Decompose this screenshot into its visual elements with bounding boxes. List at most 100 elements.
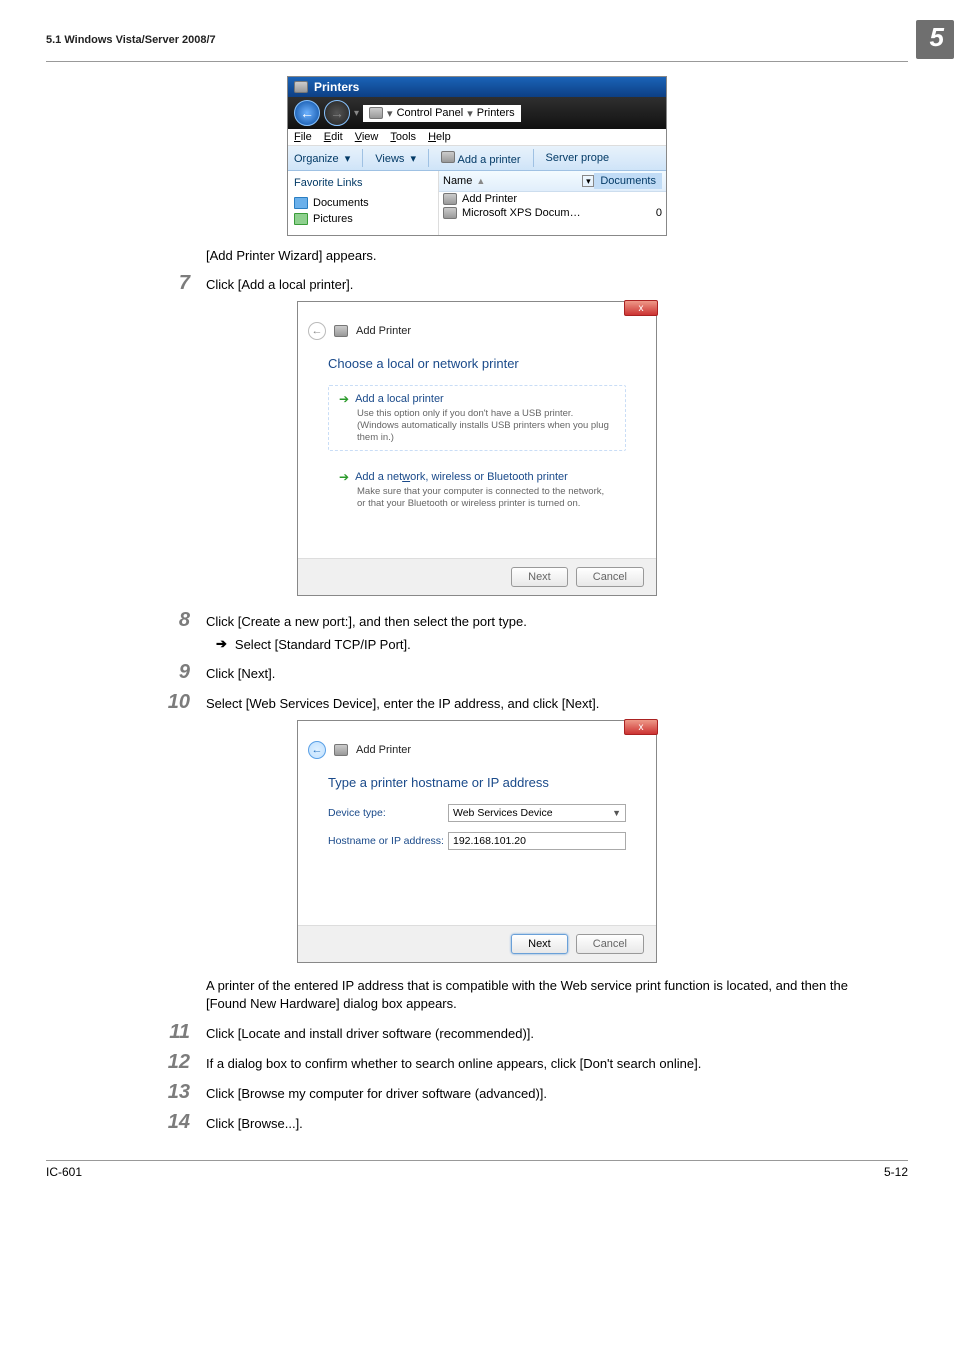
arrow-icon: ➔ <box>216 636 227 652</box>
favorites-title: Favorite Links <box>294 177 432 189</box>
views-button[interactable]: Views ▾ <box>375 152 416 165</box>
pictures-icon <box>294 213 308 225</box>
step-number: 7 <box>86 273 206 293</box>
printer-icon <box>441 151 455 163</box>
folder-icon <box>294 197 308 209</box>
favorites-panel: Favorite Links Documents Pictures <box>288 171 438 235</box>
arrow-icon: ➔ <box>339 392 349 406</box>
column-header-row: Name ▲ ▾ Documents <box>439 171 666 192</box>
step-12: 12 If a dialog box to confirm whether to… <box>86 1052 868 1072</box>
file-list: Name ▲ ▾ Documents Add Printer <box>438 171 666 235</box>
step-number: 13 <box>86 1082 206 1102</box>
back-button[interactable]: ← <box>294 100 320 126</box>
step-number: 10 <box>86 692 206 712</box>
step-number: 9 <box>86 662 206 682</box>
page-content: Printers ← → ▾ ▾ Control Panel ▾ Printer… <box>46 76 908 1132</box>
device-type-select[interactable]: Web Services Device ▼ <box>448 804 626 822</box>
menu-edit[interactable]: Edit <box>324 131 343 143</box>
step-7: 7 Click [Add a local printer]. <box>86 273 868 293</box>
organize-button[interactable]: Organize ▾ <box>294 152 350 165</box>
column-documents[interactable]: Documents <box>594 173 662 189</box>
step-10: 10 Select [Web Services Device], enter t… <box>86 692 868 712</box>
step-13: 13 Click [Browse my computer for driver … <box>86 1082 868 1102</box>
sort-asc-icon: ▲ <box>476 176 485 186</box>
breadcrumb-part: Control Panel <box>397 107 464 119</box>
printer-icon <box>294 81 308 93</box>
forward-button[interactable]: → <box>324 100 350 126</box>
server-properties-button[interactable]: Server prope <box>546 152 610 164</box>
next-button[interactable]: Next <box>511 567 568 587</box>
section-path: 5.1 Windows Vista/Server 2008/7 <box>46 34 216 46</box>
back-button[interactable]: ← <box>308 741 326 759</box>
back-button[interactable]: ← <box>308 322 326 340</box>
step-8-substep: ➔ Select [Standard TCP/IP Port]. <box>216 636 868 652</box>
printer-icon <box>443 207 457 219</box>
next-button[interactable]: Next <box>511 934 568 954</box>
printer-icon <box>443 193 457 205</box>
printer-icon <box>334 325 348 337</box>
page-header: 5.1 Windows Vista/Server 2008/7 5 <box>46 20 908 62</box>
screenshot-printers-window: Printers ← → ▾ ▾ Control Panel ▾ Printer… <box>86 76 868 236</box>
footer-right: 5-12 <box>884 1165 908 1179</box>
step-text: Click [Add a local printer]. <box>206 273 868 293</box>
col-custom-hit-test-margin-column-name[interactable]: Name <box>443 175 472 187</box>
menu-help[interactable]: Help <box>428 131 451 143</box>
favorites-item-pictures[interactable]: Pictures <box>294 213 432 225</box>
step-8: 8 Click [Create a new port:], and then s… <box>86 610 868 630</box>
step-text: If a dialog box to confirm whether to se… <box>206 1052 868 1072</box>
step-text: Click [Create a new port:], and then sel… <box>206 610 868 630</box>
printer-icon <box>369 107 383 119</box>
step-14: 14 Click [Browse...]. <box>86 1112 868 1132</box>
column-dropdown-icon[interactable]: ▾ <box>582 175 594 187</box>
wizard-name: Add Printer <box>356 744 411 756</box>
footer-left: IC-601 <box>46 1165 82 1179</box>
option-description: Make sure that your computer is connecte… <box>357 486 615 510</box>
paragraph-found-hardware: A printer of the entered IP address that… <box>206 977 868 1012</box>
menu-view[interactable]: View <box>355 131 379 143</box>
printer-icon <box>334 744 348 756</box>
wizard-name: Add Printer <box>356 325 411 337</box>
chevron-down-icon: ▼ <box>612 808 621 818</box>
paragraph-wizard-appears: [Add Printer Wizard] appears. <box>206 248 868 263</box>
list-item-add-printer[interactable]: Add Printer <box>439 192 666 206</box>
screenshot-add-printer-ipaddress: x ← Add Printer Type a printer hostname … <box>86 720 868 963</box>
device-type-row: Device type: Web Services Device ▼ <box>328 804 626 822</box>
page: 5.1 Windows Vista/Server 2008/7 5 Printe… <box>0 20 954 1183</box>
breadcrumb-part: Printers <box>477 107 515 119</box>
step-text: Select [Web Services Device], enter the … <box>206 692 868 712</box>
cancel-button[interactable]: Cancel <box>576 934 644 954</box>
hostname-row: Hostname or IP address: 192.168.101.20 <box>328 832 626 850</box>
window-title: Printers <box>314 80 359 94</box>
doc-count: 0 <box>646 207 662 219</box>
close-icon[interactable]: x <box>624 300 658 316</box>
option-description: Use this option only if you don't have a… <box>357 408 615 444</box>
screenshot-add-printer-choose: x ← Add Printer Choose a local or networ… <box>86 301 868 596</box>
device-type-label: Device type: <box>328 807 448 819</box>
step-text: Click [Browse my computer for driver sof… <box>206 1082 868 1102</box>
arrow-icon: ➔ <box>339 470 349 484</box>
wizard-title: Choose a local or network printer <box>328 356 626 371</box>
address-breadcrumb[interactable]: ▾ Control Panel ▾ Printers <box>363 105 521 122</box>
close-icon[interactable]: x <box>624 719 658 735</box>
list-item-xps[interactable]: Microsoft XPS Docum… 0 <box>439 206 666 220</box>
option-network-printer[interactable]: ➔Add a network, wireless or Bluetooth pr… <box>328 463 626 517</box>
wizard-title: Type a printer hostname or IP address <box>328 775 626 790</box>
menu-tools[interactable]: Tools <box>390 131 416 143</box>
step-text: Click [Next]. <box>206 662 868 682</box>
chapter-badge: 5 <box>916 20 954 59</box>
step-text: Click [Browse...]. <box>206 1112 868 1132</box>
step-number: 11 <box>86 1022 206 1042</box>
menu-bar: File Edit View Tools Help <box>288 129 666 146</box>
step-text: Click [Locate and install driver softwar… <box>206 1022 868 1042</box>
cancel-button[interactable]: Cancel <box>576 567 644 587</box>
option-local-printer[interactable]: ➔Add a local printer Use this option onl… <box>328 385 626 451</box>
chevron-down-icon: ▾ <box>354 108 359 119</box>
step-11: 11 Click [Locate and install driver soft… <box>86 1022 868 1042</box>
favorites-item-documents[interactable]: Documents <box>294 197 432 209</box>
step-number: 14 <box>86 1112 206 1132</box>
add-printer-button[interactable]: Add a printer <box>441 151 520 166</box>
menu-file[interactable]: File <box>294 131 312 143</box>
step-number: 12 <box>86 1052 206 1072</box>
hostname-input[interactable]: 192.168.101.20 <box>448 832 626 850</box>
hostname-label: Hostname or IP address: <box>328 835 448 847</box>
